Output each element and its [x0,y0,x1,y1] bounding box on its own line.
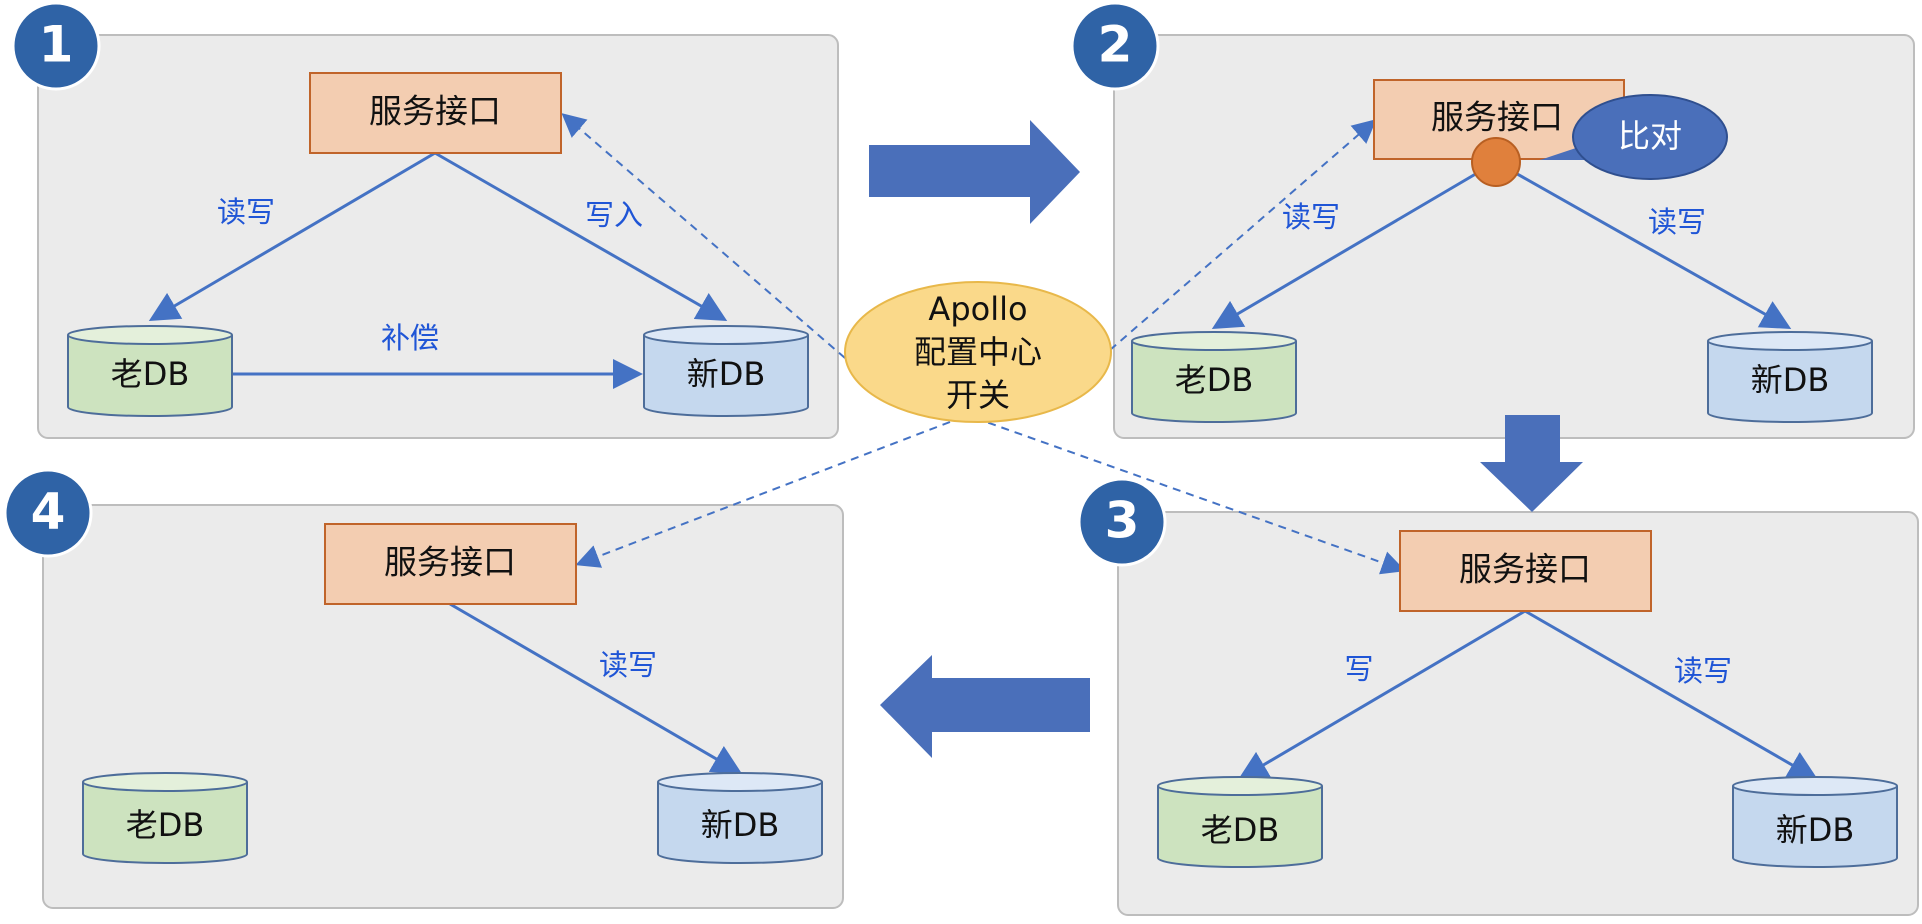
panel-2-compare-dot [1471,137,1521,187]
badge-4: 4 [3,468,93,558]
panel-3-left-edge-label: 写 [1344,652,1373,686]
badge-3-number: 3 [1105,492,1140,550]
panel-1-right-edge-label: 写入 [585,198,643,232]
panel-2-new-db-label: 新DB [1751,361,1830,399]
badge-4-number: 4 [31,483,66,541]
apollo-config-switch: Apollo 配置中心 开关 [844,281,1112,423]
apollo-line-3: 开关 [946,376,1010,414]
panel-2-service-label: 服务接口 [1431,98,1563,137]
panel-1-bottom-edge-label: 补偿 [381,321,439,355]
panel-4-service-label: 服务接口 [384,543,516,582]
panel-3-service-label: 服务接口 [1459,550,1591,589]
panel-1-old-db-label: 老DB [111,355,190,393]
panel-4-new-db-label: 新DB [701,806,780,844]
apollo-line-2: 配置中心 [914,333,1042,371]
badge-2-number: 2 [1098,16,1133,74]
panel-1-service-label: 服务接口 [369,92,501,131]
panel-2-old-db-label: 老DB [1175,361,1254,399]
transition-arrow-3-to-4 [880,655,1090,758]
panel-2-compare-label: 比对 [1618,117,1682,155]
panel-3-old-db-label: 老DB [1201,811,1280,849]
panel-2-left-edge-label: 读写 [1282,200,1340,234]
panel-1-left-edge-label: 读写 [217,195,275,229]
panel-4-right-edge-label: 读写 [599,648,657,682]
badge-1-number: 1 [39,16,74,74]
panel-3-right-edge-label: 读写 [1674,654,1732,688]
badge-3: 3 [1077,477,1167,567]
migration-diagram: 服务接口 老DB 新DB 读写 写入 补偿 服务接口 比对 老DB 新DB 读写… [3,1,1919,916]
badge-1: 1 [11,1,101,91]
panel-1-new-db-label: 新DB [687,355,766,393]
panel-2-right-edge-label: 读写 [1648,205,1706,239]
badge-2: 2 [1070,1,1160,91]
panel-4-old-db-label: 老DB [126,806,205,844]
apollo-line-1: Apollo [928,290,1027,328]
transition-arrow-1-to-2 [869,120,1080,224]
panel-3-new-db-label: 新DB [1776,811,1855,849]
